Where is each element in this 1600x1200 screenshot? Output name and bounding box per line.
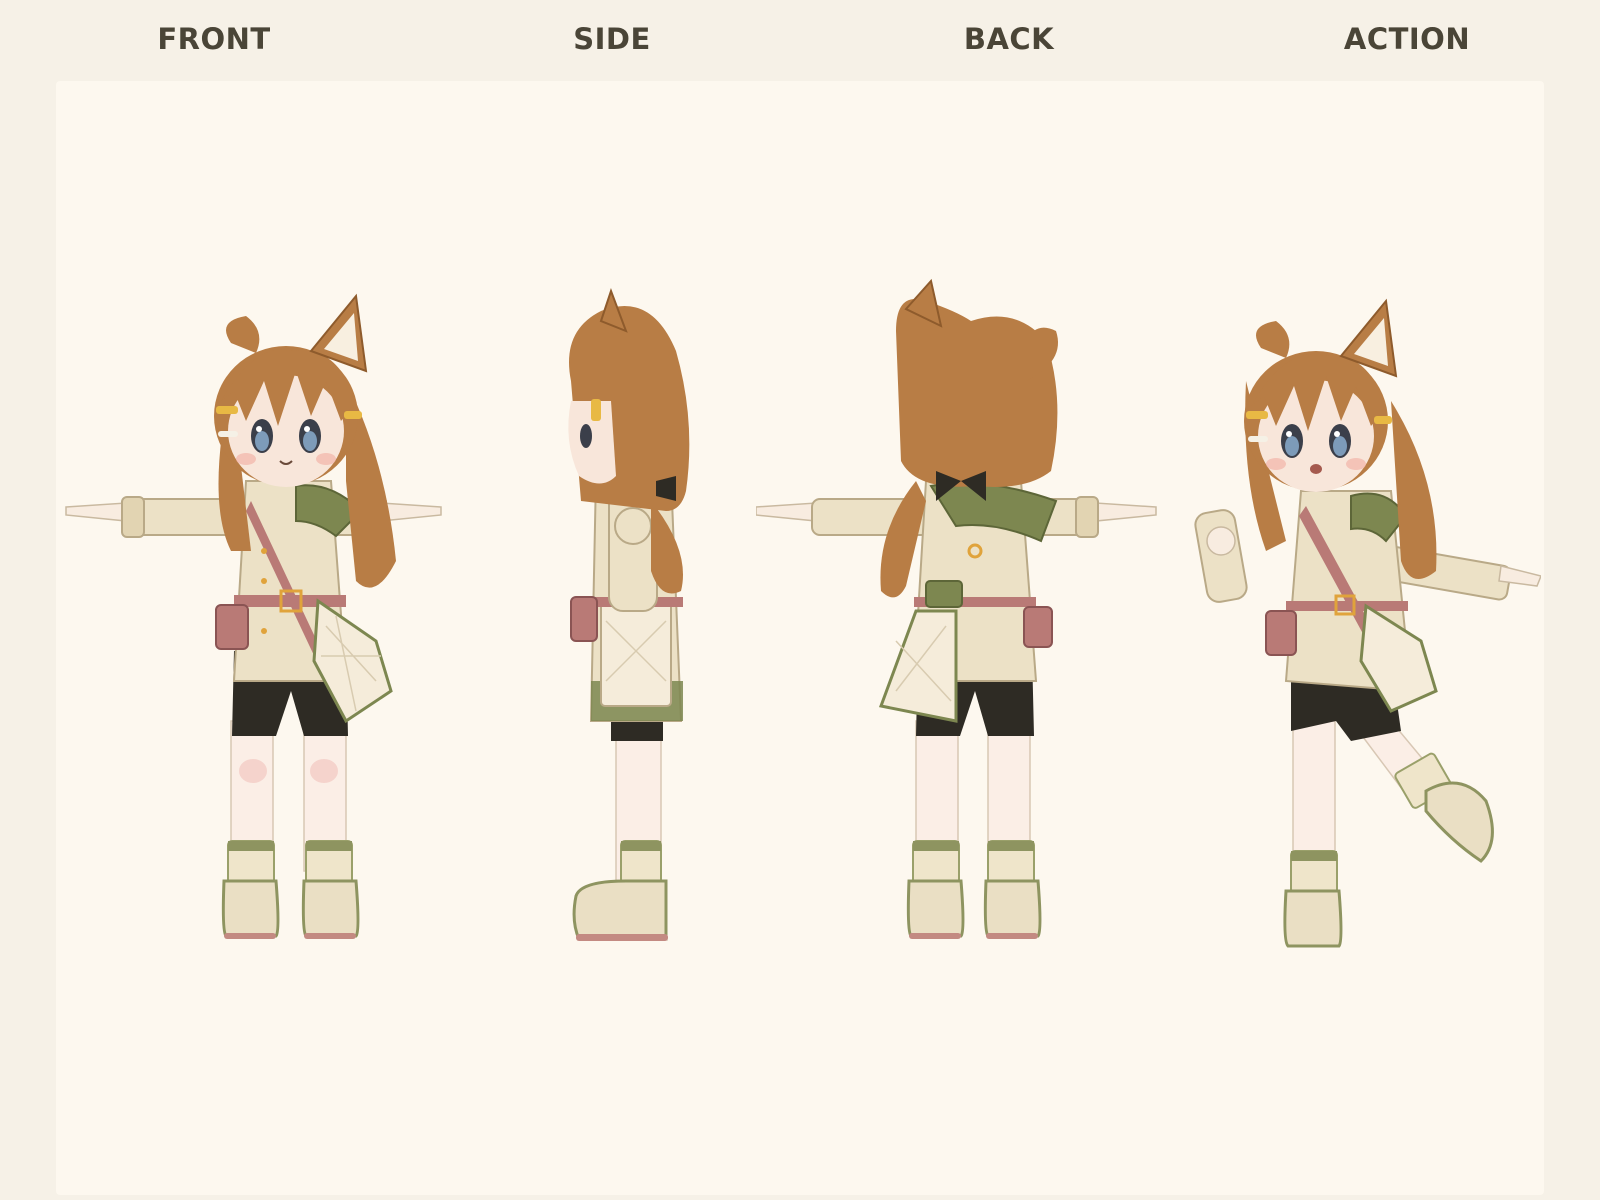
- label-front: FRONT: [157, 22, 271, 56]
- figure-front-view: [56, 81, 451, 1195]
- figure-back-view: [756, 81, 1161, 1195]
- view-labels-header: FRONT SIDE BACK ACTION: [0, 0, 1600, 80]
- label-action: ACTION: [1343, 22, 1471, 56]
- figure-side-view: [451, 81, 751, 1195]
- figure-action-view: [1161, 81, 1541, 1195]
- illustration-panel: [56, 81, 1544, 1195]
- label-back: BACK: [963, 22, 1055, 56]
- label-side: SIDE: [573, 22, 651, 56]
- character-turnaround-sheet: FRONT SIDE BACK ACTION: [0, 0, 1600, 1200]
